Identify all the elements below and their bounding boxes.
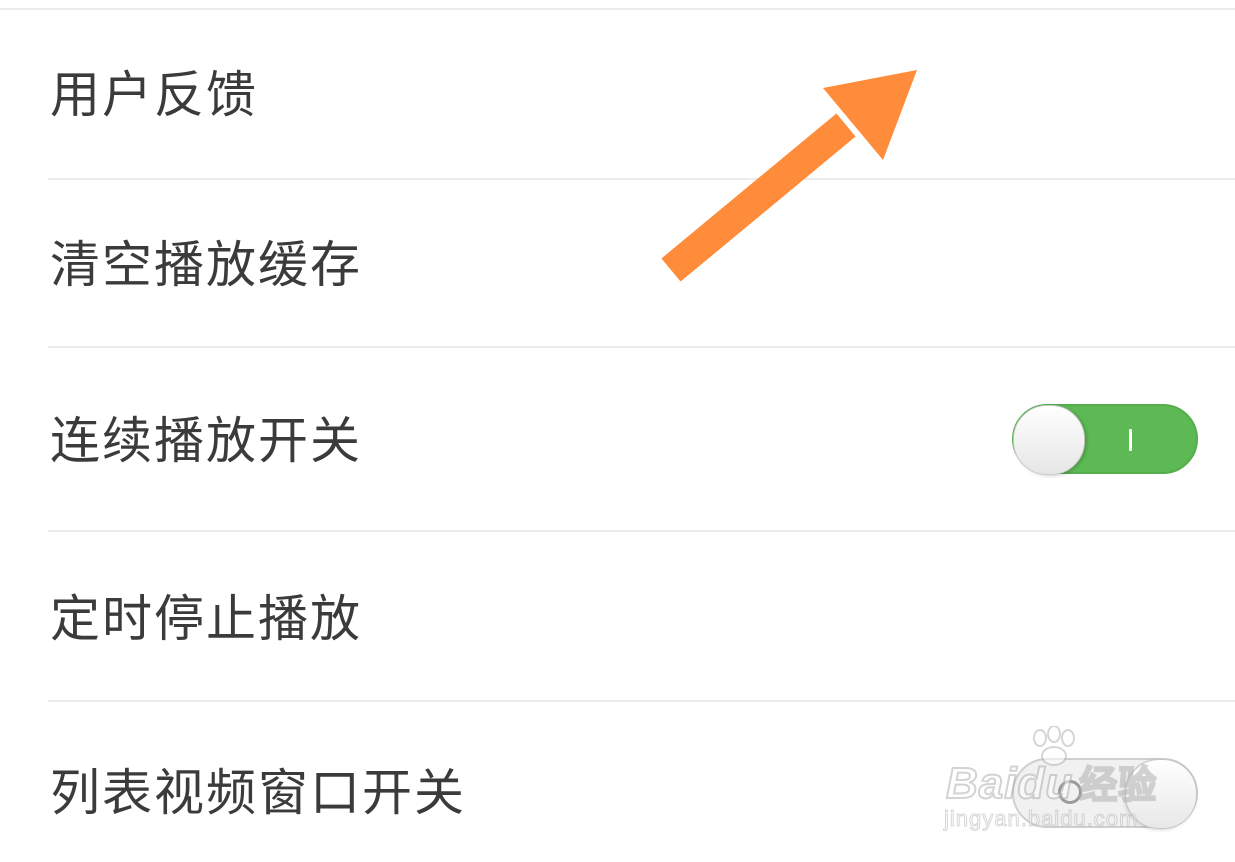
toggle-knob [1125, 759, 1197, 829]
settings-item-label: 列表视频窗口开关 [50, 764, 466, 822]
settings-item-clear-cache[interactable]: 清空播放缓存 [0, 180, 1235, 348]
settings-item-list-video-window: 列表视频窗口开关 [0, 702, 1235, 862]
list-video-window-toggle[interactable] [1012, 758, 1198, 829]
settings-item-label: 清空播放缓存 [50, 236, 362, 294]
toggle-knob [1013, 405, 1085, 475]
settings-item-user-feedback[interactable]: 用户反馈 [0, 10, 1235, 180]
settings-item-label: 定时停止播放 [50, 590, 362, 648]
settings-item-label: 用户反馈 [50, 66, 258, 124]
settings-item-continuous-play: 连续播放开关 [0, 348, 1235, 532]
settings-item-timer-stop[interactable]: 定时停止播放 [0, 532, 1235, 702]
toggle-on-mark-icon [1129, 429, 1132, 451]
toggle-off-mark-icon [1058, 780, 1082, 804]
settings-item-label: 连续播放开关 [50, 412, 362, 470]
continuous-play-toggle[interactable] [1012, 404, 1198, 475]
